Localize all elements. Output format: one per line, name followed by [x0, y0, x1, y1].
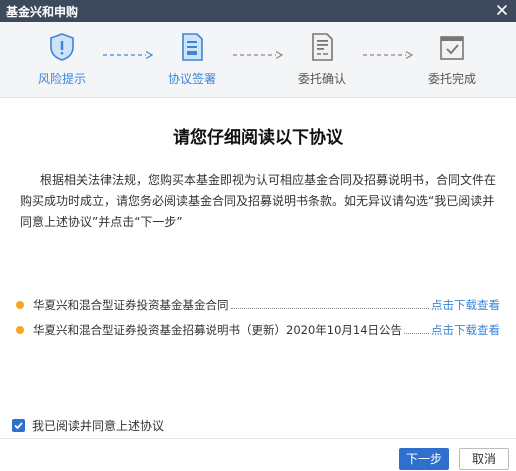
agreement-checkbox[interactable]: [12, 418, 25, 432]
step-label: 协议签署: [167, 72, 216, 86]
step-order-complete: 委托完成: [412, 32, 492, 87]
next-step-button[interactable]: 下一步: [399, 448, 449, 470]
document-confirm-icon: [312, 33, 333, 61]
download-link-contract[interactable]: 点击下载查看: [431, 296, 500, 314]
step-label: 委托确认: [297, 72, 346, 86]
leader-dots: [231, 308, 429, 309]
step-arrow-icon: [103, 50, 154, 60]
window-title: 基金兴和申购: [6, 5, 79, 19]
close-icon[interactable]: [494, 2, 510, 18]
document-name: 华夏兴和混合型证券投资基金基金合同: [33, 298, 229, 312]
shield-icon: [50, 33, 74, 61]
step-risk-notice: 风险提示: [22, 32, 102, 87]
step-arrow-icon: [233, 50, 284, 60]
step-agreement-sign: 协议签署: [152, 32, 232, 87]
cancel-button[interactable]: 取消: [459, 448, 509, 470]
download-link-prospectus[interactable]: 点击下载查看: [431, 321, 500, 339]
document-item-contract: 华夏兴和混合型证券投资基金基金合同 点击下载查看: [16, 296, 500, 314]
checkbox-complete-icon: [440, 36, 464, 60]
agreement-label: 我已阅读并同意上述协议: [32, 418, 165, 433]
step-label: 风险提示: [37, 72, 86, 86]
document-name: 华夏兴和混合型证券投资基金招募说明书（更新）2020年10月14日公告: [33, 323, 403, 337]
checkmark-icon: [14, 421, 23, 429]
document-sign-icon: [182, 33, 203, 61]
leader-dots: [404, 333, 429, 334]
agreement-description: 根据相关法律法规，您购买本基金即视为认可相应基金合同及招募说明书，合同文件在购买…: [20, 173, 497, 229]
step-arrow-icon: [363, 50, 414, 60]
page-title: 请您仔细阅读以下协议: [173, 128, 343, 148]
bullet-icon: [16, 301, 24, 309]
agreement-checkbox-row[interactable]: 我已阅读并同意上述协议: [12, 416, 164, 434]
step-order-confirm: 委托确认: [282, 32, 362, 87]
progress-steps: 风险提示 协议签署 委托确认 委托完成: [0, 22, 516, 98]
document-item-prospectus: 华夏兴和混合型证券投资基金招募说明书（更新）2020年10月14日公告 点击下载…: [16, 321, 500, 339]
step-label: 委托完成: [427, 72, 476, 86]
window-titlebar: 基金兴和申购: [0, 0, 516, 22]
bullet-icon: [16, 326, 24, 334]
dialog-footer: 下一步 取消: [0, 438, 516, 471]
